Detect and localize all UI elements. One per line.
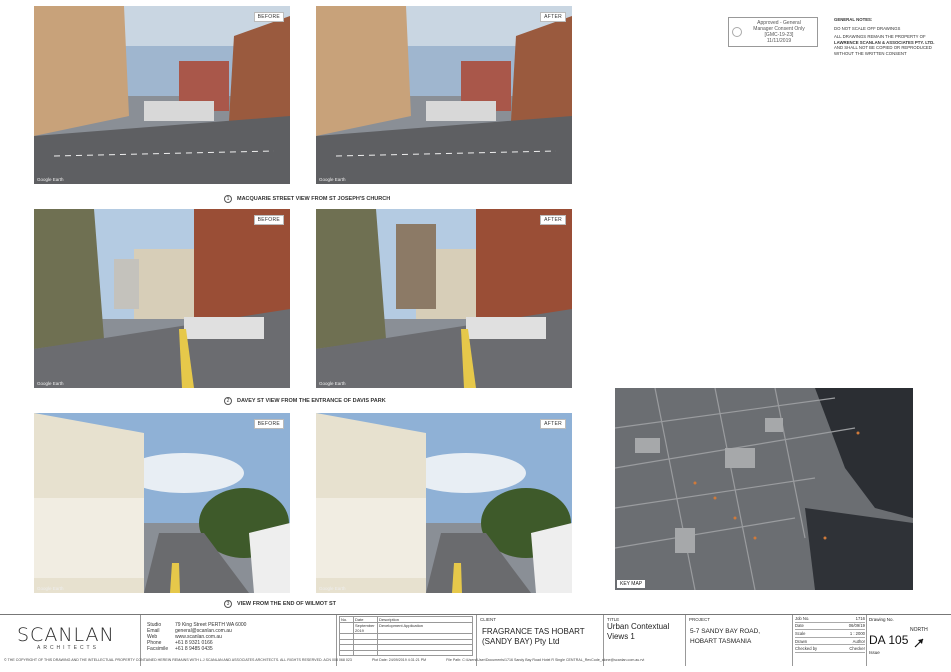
drawing-number-heading: Drawing No. (869, 617, 894, 622)
photo-davey-before: BEFORE Google Earth (34, 209, 290, 388)
file-path: File Path: C:\Users\User\Documents\1716 … (446, 658, 645, 662)
caption-number: 2 (224, 397, 232, 405)
google-earth-watermark: Google Earth (37, 586, 64, 591)
info-key: Checked by (795, 646, 818, 652)
stamp-line: 11/11/2019 (766, 38, 792, 44)
info-value: 1 : 2000 (849, 630, 865, 636)
contact-key: Facsimile (147, 646, 169, 652)
google-earth-watermark: Google Earth (37, 177, 64, 182)
revision-table: No. Date Description September 2019 Develop… (339, 616, 473, 656)
footer: © THE COPYRIGHT OF THIS DRAWING AND THE … (4, 658, 948, 662)
caption-3: 3 VIEW FROM THE END OF WILMOT ST (224, 600, 336, 608)
caption-1: 1 MACQUARIE STREET VIEW FROM ST JOSEPH'S … (224, 195, 390, 203)
notes-line: WITHOUT THE WRITTEN CONSENT (834, 50, 907, 56)
logo-subtitle: ARCHITECTS (37, 645, 99, 651)
street-scene-2 (34, 209, 290, 388)
photo-tag: BEFORE (253, 215, 284, 225)
caption-number: 1 (224, 195, 232, 203)
google-earth-watermark: Google Earth (319, 381, 346, 386)
scanlan-logo: SCANLAN (17, 624, 115, 646)
title-line: Views 1 (607, 632, 635, 641)
project-heading: PROJECT (689, 617, 711, 622)
north-arrow-icon (914, 638, 924, 648)
caption-number: 3 (224, 600, 232, 608)
caption-text: VIEW FROM THE END OF WILMOT ST (237, 601, 336, 607)
google-earth-watermark: Google Earth (37, 381, 64, 386)
photo-tag: AFTER (540, 12, 566, 22)
info-key: Scale (795, 630, 806, 636)
client-heading: CLIENT (480, 617, 497, 622)
street-scene-1 (316, 6, 572, 184)
photo-tag: AFTER (540, 215, 566, 225)
caption-text: MACQUARIE STREET VIEW FROM ST JOSEPH'S C… (237, 196, 391, 202)
studio-contact: Studio 79 King Street PERTH WA 6000 Email… (147, 622, 246, 652)
drawing-number: DA 105 (869, 633, 909, 647)
aerial-map-image (615, 388, 913, 590)
title-line: Urban Contextual (607, 622, 670, 631)
info-key: Date (795, 623, 804, 629)
notes-heading: GENERAL NOTES: (834, 17, 873, 22)
info-value: Author (852, 638, 865, 644)
issue-label: Issue (869, 650, 880, 655)
notes-line: AND SHALL NOT BE COPIED OR REPRODUCED (834, 45, 932, 50)
project-line: HOBART TASMANIA (690, 638, 752, 645)
photo-tag: AFTER (540, 419, 566, 429)
street-scene-3 (316, 413, 572, 593)
rev-cell: Development Application (377, 622, 473, 634)
client-line: FRAGRANCE TAS HOBART (482, 627, 585, 636)
project-line: 5-7 SANDY BAY ROAD, (690, 628, 761, 635)
copyright-text: © THE COPYRIGHT OF THIS DRAWING AND THE … (4, 658, 352, 662)
caption-2: 2 DAVEY ST VIEW FROM THE ENTRANCE OF DAVI… (224, 397, 386, 405)
contact-value: +61 8 9485 0435 (175, 646, 213, 652)
key-map: KEY MAP (615, 388, 913, 590)
plot-date: Plot Date: 24/09/2019 4:31:21 PM (371, 658, 427, 662)
rev-cell: September 2019 (353, 622, 378, 634)
photo-macquarie-after: AFTER Google Earth (316, 6, 572, 184)
rev-cell (339, 622, 354, 634)
photo-macquarie-before: BEFORE Google Earth (34, 6, 290, 184)
general-notes: GENERAL NOTES: DO NOT SCALE OFF DRAWINGS… (834, 17, 944, 56)
client-name: FRAGRANCE TAS HOBART (SANDY BAY) Pty Ltd (482, 627, 585, 647)
caption-text: DAVEY ST VIEW FROM THE ENTRANCE OF DAVIS… (237, 398, 386, 404)
council-seal-icon (732, 27, 742, 37)
info-value: 06/09/19 (848, 623, 865, 629)
project-address: 5-7 SANDY BAY ROAD, HOBART TASMANIA (690, 627, 760, 647)
info-value: Checker (849, 646, 865, 652)
google-earth-watermark: Google Earth (319, 177, 346, 182)
photo-wilmot-after: AFTER Google Earth (316, 413, 572, 593)
photo-tag: BEFORE (253, 12, 284, 22)
street-scene-1 (34, 6, 290, 184)
street-scene-2 (316, 209, 572, 388)
key-map-label: KEY MAP (617, 580, 646, 588)
photo-tag: BEFORE (253, 419, 284, 429)
approval-stamp: Approved - General Manager Consent Only … (728, 17, 818, 47)
photo-davey-after: AFTER Google Earth (316, 209, 572, 388)
drawing-title: Urban Contextual Views 1 (607, 622, 669, 642)
photo-wilmot-before: BEFORE Google Earth (34, 413, 290, 593)
client-line: (SANDY BAY) Pty Ltd (482, 637, 560, 646)
info-value: 1716 (855, 615, 865, 621)
north-label: NORTH (910, 627, 928, 633)
google-earth-watermark: Google Earth (319, 586, 346, 591)
info-key: Job No. (795, 615, 810, 621)
street-scene-3 (34, 413, 290, 593)
job-info: Job No. 1716 Date 06/09/19 Scale 1 : 2000 D… (795, 615, 865, 653)
info-key: Drawn (795, 638, 808, 644)
